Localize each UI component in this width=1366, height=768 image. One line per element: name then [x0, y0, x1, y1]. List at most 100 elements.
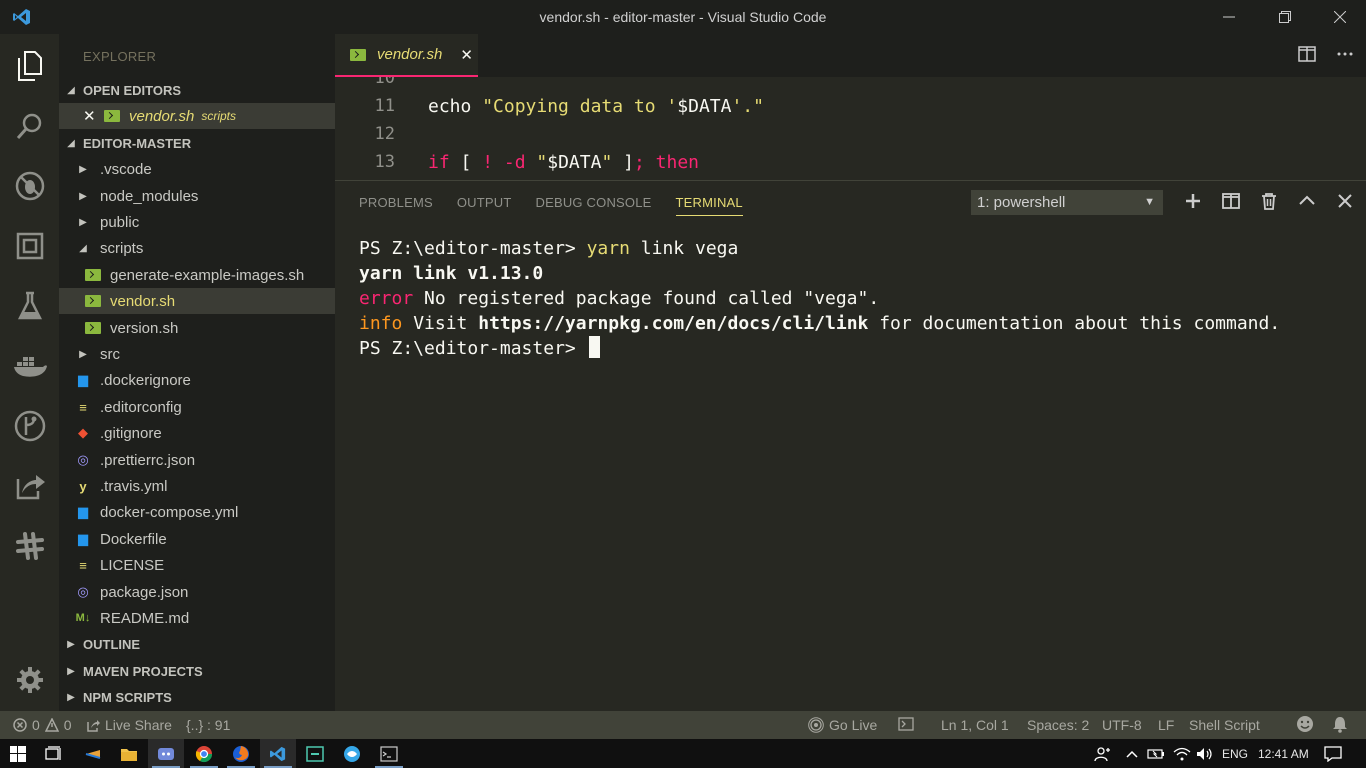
close-icon[interactable]: ✕ — [83, 107, 96, 125]
project-section[interactable]: ◢ EDITOR-MASTER — [59, 130, 335, 156]
tree-file-docker-compose[interactable]: ▆ docker-compose.yml — [59, 499, 335, 525]
outline-section[interactable]: ▶ OUTLINE — [59, 631, 335, 657]
terminal-cursor — [588, 336, 600, 358]
docker-file-icon: ▆ — [78, 372, 88, 387]
more-actions-icon[interactable] — [1336, 46, 1354, 67]
input-language[interactable]: ENG — [1222, 739, 1248, 768]
close-panel-icon[interactable] — [1336, 192, 1354, 215]
cursor-position-status[interactable]: Ln 1, Col 1 — [941, 717, 1009, 733]
code-editor[interactable]: 10 11 echo "Copying data to '$DATA'." 12… — [335, 77, 1366, 180]
problems-status[interactable]: 0 0 — [13, 717, 72, 733]
shell-file-icon — [84, 294, 102, 308]
tree-folder-src[interactable]: ▶ src — [59, 341, 335, 367]
windows-start-icon[interactable] — [0, 739, 36, 768]
indentation-status[interactable]: Spaces: 2 — [1027, 717, 1089, 733]
split-editor-icon[interactable] — [1298, 46, 1316, 67]
tree-folder-scripts[interactable]: ◢ scripts — [59, 235, 335, 261]
tree-folder-node-modules[interactable]: ▶ node_modules — [59, 183, 335, 209]
feedback-smiley-icon[interactable] — [1296, 715, 1314, 733]
discord-icon[interactable] — [148, 739, 184, 768]
restore-button[interactable] — [1257, 0, 1313, 34]
cmd-icon[interactable] — [371, 739, 407, 768]
explorer-icon[interactable] — [0, 38, 59, 94]
clock[interactable]: 12:41 AM — [1258, 739, 1309, 768]
tree-file-generate-example-images[interactable]: generate-example-images.sh — [59, 262, 335, 288]
shell-file-icon — [84, 268, 102, 282]
open-editor-item[interactable]: ✕ vendor.sh scripts — [59, 103, 335, 129]
docker-icon[interactable] — [0, 338, 59, 394]
terminal-line: yarn link v1.13.0 — [359, 263, 544, 284]
vscode-taskbar-icon[interactable] — [260, 739, 296, 768]
people-icon[interactable] — [1094, 739, 1112, 768]
encoding-status[interactable]: UTF-8 — [1102, 717, 1142, 733]
tab-problems[interactable]: PROBLEMS — [359, 195, 433, 216]
tree-folder-vscode[interactable]: ▶ .vscode — [59, 156, 335, 182]
live-share-icon[interactable] — [0, 458, 59, 514]
app-fish-icon[interactable] — [334, 739, 370, 768]
tree-file-prettierrc[interactable]: ◎ .prettierrc.json — [59, 447, 335, 473]
license-file-icon: ≡ — [79, 557, 87, 573]
language-mode-status[interactable]: Shell Script — [1189, 717, 1260, 733]
gitlens-icon[interactable] — [0, 398, 59, 454]
maven-projects-section[interactable]: ▶ MAVEN PROJECTS — [59, 658, 335, 684]
split-terminal-icon[interactable] — [1222, 192, 1240, 215]
tree-file-editorconfig[interactable]: ≡ .editorconfig — [59, 394, 335, 420]
docs-link[interactable]: https://yarnpkg.com/en/docs/cli/link — [478, 313, 868, 334]
tree-file-gitignore[interactable]: ◆ .gitignore — [59, 420, 335, 446]
tab-vendor-sh[interactable]: vendor.sh ✕ — [335, 34, 478, 77]
warning-icon — [44, 718, 59, 732]
tab-terminal[interactable]: TERMINAL — [675, 195, 743, 216]
file-explorer-icon[interactable] — [111, 739, 147, 768]
open-editors-section[interactable]: ◢ OPEN EDITORS — [59, 77, 335, 103]
terminal-select[interactable]: 1: powershell ▼ — [971, 190, 1163, 215]
chevron-right-icon: ▶ — [79, 163, 87, 175]
close-window-button[interactable] — [1312, 0, 1366, 34]
tab-output[interactable]: OUTPUT — [457, 195, 512, 216]
docker-file-icon: ▆ — [78, 531, 88, 546]
search-icon[interactable] — [0, 98, 59, 154]
wifi-icon[interactable] — [1173, 739, 1191, 768]
new-terminal-icon[interactable] — [1184, 192, 1202, 215]
maximize-panel-icon[interactable] — [1298, 192, 1316, 215]
battery-icon[interactable] — [1147, 739, 1165, 768]
terminal-status-icon[interactable] — [898, 717, 914, 731]
tree-folder-public[interactable]: ▶ public — [59, 209, 335, 235]
broadcast-icon — [808, 717, 824, 733]
npm-scripts-section[interactable]: ▶ NPM SCRIPTS — [59, 684, 335, 710]
firefox-icon[interactable] — [223, 739, 259, 768]
tree-file-vendor[interactable]: vendor.sh — [59, 288, 335, 314]
tree-file-dockerfile[interactable]: ▆ Dockerfile — [59, 526, 335, 552]
terminal-output[interactable]: PS Z:\editor-master> yarn link vega yarn… — [359, 236, 1280, 361]
chrome-icon[interactable] — [186, 739, 222, 768]
close-tab-icon[interactable]: ✕ — [460, 46, 473, 64]
minimize-button[interactable] — [1201, 0, 1257, 34]
slack-icon[interactable] — [0, 518, 59, 574]
debug-icon[interactable] — [0, 158, 59, 214]
action-center-icon[interactable] — [1324, 739, 1342, 768]
markdown-file-icon: M↓ — [75, 612, 91, 624]
notifications-bell-icon[interactable] — [1331, 715, 1349, 733]
app-terminal-green-icon[interactable] — [297, 739, 333, 768]
code-line: 12 — [374, 124, 395, 144]
tree-file-travis[interactable]: y .travis.yml — [59, 473, 335, 499]
eol-status[interactable]: LF — [1158, 717, 1174, 733]
tree-file-package-json[interactable]: ◎ package.json — [59, 579, 335, 605]
live-share-small-icon — [87, 720, 100, 732]
tree-file-readme[interactable]: M↓ README.md — [59, 605, 335, 631]
app-drawing-icon[interactable] — [75, 739, 111, 768]
tree-file-license[interactable]: ≡ LICENSE — [59, 552, 335, 578]
settings-gear-icon[interactable] — [0, 652, 59, 708]
tree-file-version[interactable]: version.sh — [59, 315, 335, 341]
tray-overflow-icon[interactable] — [1125, 739, 1139, 768]
json-status[interactable]: {..} : 91 — [186, 717, 230, 733]
extensions-icon[interactable] — [0, 218, 59, 274]
json-file-icon: ◎ — [77, 584, 89, 599]
tree-file-dockerignore[interactable]: ▆ .dockerignore — [59, 367, 335, 393]
test-flask-icon[interactable] — [0, 278, 59, 334]
kill-terminal-icon[interactable] — [1260, 192, 1278, 215]
volume-icon[interactable] — [1196, 739, 1214, 768]
go-live-button[interactable]: Go Live — [808, 717, 877, 733]
live-share-status[interactable]: Live Share — [86, 717, 172, 733]
task-view-icon[interactable] — [36, 739, 72, 768]
tab-debug-console[interactable]: DEBUG CONSOLE — [536, 195, 652, 216]
